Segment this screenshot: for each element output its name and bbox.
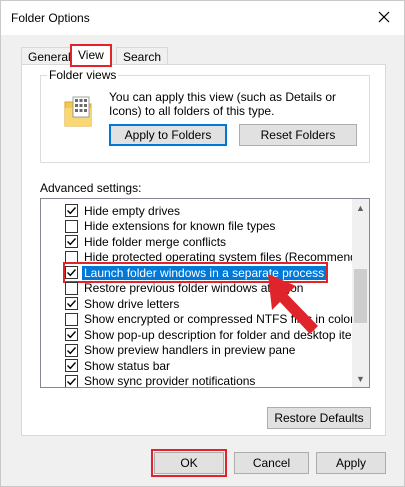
list-item-label: Show drive letters xyxy=(84,296,180,311)
cancel-button[interactable]: Cancel xyxy=(234,452,309,474)
list-item-label: Show sync provider notifications xyxy=(84,374,256,388)
advanced-settings-list[interactable]: Hide empty drives Hide extensions for kno… xyxy=(40,198,370,388)
folder-views-group: Folder views You can apply this view (su… xyxy=(40,68,370,163)
apply-button[interactable]: Apply xyxy=(316,452,386,474)
checkbox-checked-icon[interactable] xyxy=(65,204,78,217)
tab-view-label: View xyxy=(78,48,104,62)
list-item[interactable]: Show status bar xyxy=(65,357,170,374)
list-item[interactable]: Hide folder merge conflicts xyxy=(65,233,226,250)
advanced-settings-label: Advanced settings: xyxy=(40,181,142,195)
list-item[interactable]: Hide extensions for known file types xyxy=(65,218,275,235)
tab-view[interactable]: View xyxy=(70,44,112,67)
list-item-label: Show status bar xyxy=(84,358,171,373)
view-tab-panel: Folder views You can apply this view (su… xyxy=(21,64,386,436)
checkbox-unchecked-icon[interactable] xyxy=(65,312,78,326)
scroll-down-icon[interactable]: ▼ xyxy=(352,370,369,387)
checkbox-unchecked-icon[interactable] xyxy=(65,219,78,233)
list-item-label: Show preview handlers in preview pane xyxy=(84,343,296,357)
tab-search[interactable]: Search xyxy=(116,47,169,65)
list-item[interactable]: Show pop-up description for folder and d… xyxy=(65,326,368,343)
list-item-label: Show encrypted or compressed NTFS files … xyxy=(84,312,355,326)
list-item[interactable]: Restore previous folder windows at logon xyxy=(65,280,303,297)
list-item-label: Show pop-up description for folder and d… xyxy=(84,327,368,342)
tab-general[interactable]: General xyxy=(21,47,78,65)
reset-folders-button[interactable]: Reset Folders xyxy=(239,124,357,146)
apply-to-folders-button[interactable]: Apply to Folders xyxy=(109,124,227,146)
folder-views-legend: Folder views xyxy=(47,68,119,82)
list-item-label: Hide empty drives xyxy=(84,203,181,218)
folder-icon xyxy=(63,96,93,128)
folder-options-dialog: Folder Options General View Search Folde… xyxy=(0,0,405,487)
list-item-label: Hide protected operating system files (R… xyxy=(84,250,370,264)
checkbox-checked-icon[interactable] xyxy=(65,266,78,279)
checkbox-checked-icon[interactable] xyxy=(65,328,78,341)
list-item[interactable]: Show preview handlers in preview pane xyxy=(65,342,295,359)
ok-button[interactable]: OK xyxy=(151,449,227,477)
list-item[interactable]: Show encrypted or compressed NTFS files … xyxy=(65,311,354,328)
window-title: Folder Options xyxy=(11,11,90,25)
checkbox-checked-icon[interactable] xyxy=(65,374,78,387)
list-item-label: Hide extensions for known file types xyxy=(84,219,276,233)
title-bar: Folder Options xyxy=(1,1,404,35)
checkbox-checked-icon[interactable] xyxy=(65,343,78,357)
tab-search-label: Search xyxy=(123,50,162,64)
checkbox-unchecked-icon[interactable] xyxy=(65,250,78,264)
list-item-label: Restore previous folder windows at logon xyxy=(84,281,304,295)
list-item[interactable]: Show sync provider notifications xyxy=(65,373,256,388)
vertical-scrollbar[interactable]: ▲ ▼ xyxy=(352,199,369,387)
tab-general-label: General xyxy=(28,50,71,64)
scroll-up-icon[interactable]: ▲ xyxy=(352,199,369,216)
checkbox-checked-icon[interactable] xyxy=(65,297,78,310)
checkbox-checked-icon[interactable] xyxy=(65,359,78,372)
scroll-thumb[interactable] xyxy=(354,269,367,323)
list-item-label: Launch folder windows in a separate proc… xyxy=(82,265,327,280)
list-item[interactable]: Hide empty drives xyxy=(65,202,180,219)
list-item[interactable]: Launch folder windows in a separate proc… xyxy=(62,262,329,283)
list-item[interactable]: Show drive letters xyxy=(65,295,179,312)
list-item[interactable]: Hide protected operating system files (R… xyxy=(65,249,370,266)
close-icon[interactable] xyxy=(376,9,392,25)
checkbox-checked-icon[interactable] xyxy=(65,235,78,248)
restore-defaults-button[interactable]: Restore Defaults xyxy=(267,407,371,429)
list-item-label: Hide folder merge conflicts xyxy=(84,234,227,249)
checkbox-unchecked-icon[interactable] xyxy=(65,281,78,295)
folder-views-description: You can apply this view (such as Details… xyxy=(109,90,337,118)
